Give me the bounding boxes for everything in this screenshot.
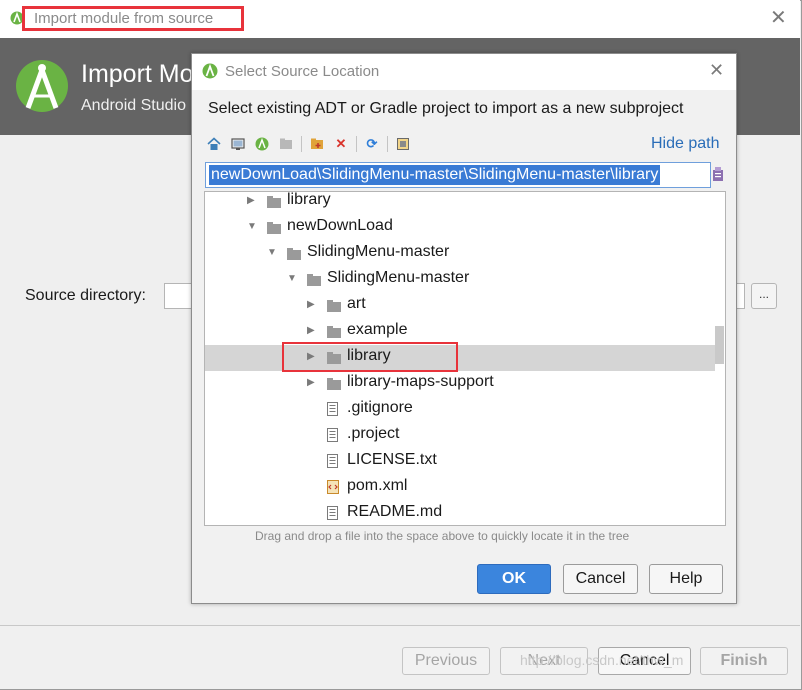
file-icon	[327, 428, 341, 442]
folder-icon	[287, 247, 301, 260]
folder-icon	[327, 377, 341, 390]
tree-row[interactable]: README.md	[205, 501, 715, 525]
folder-icon	[327, 299, 341, 312]
outer-close-icon[interactable]: ✕	[770, 8, 787, 28]
tree-item-label: SlidingMenu-master	[327, 269, 470, 286]
refresh-icon[interactable]: ⟳	[363, 135, 381, 153]
folder-icon	[307, 273, 321, 286]
collapse-arrow-icon[interactable]: ▶	[307, 377, 315, 388]
library-highlight-box	[282, 342, 458, 372]
path-history-icon[interactable]	[712, 166, 724, 182]
tree-item-label: .project	[347, 425, 400, 442]
tree-row[interactable]: ▼ newDownLoad	[205, 215, 715, 241]
delete-icon[interactable]: ✕	[332, 135, 350, 153]
tree-item-label: LICENSE.txt	[347, 451, 437, 468]
hide-path-link[interactable]: Hide path	[651, 135, 720, 153]
tree-item-label: SlidingMenu-master	[307, 243, 450, 260]
browse-button[interactable]: ...	[751, 283, 777, 309]
expand-arrow-icon[interactable]: ▼	[267, 247, 277, 258]
tree-item-label: pom.xml	[347, 477, 408, 494]
module-icon[interactable]	[277, 135, 295, 153]
help-button[interactable]: Help	[649, 564, 723, 594]
file-icon	[327, 454, 341, 468]
tree-row[interactable]: ▼ SlidingMenu-master	[205, 241, 715, 267]
expand-arrow-icon[interactable]: ▼	[247, 221, 257, 232]
tree-row[interactable]: ▶ art	[205, 293, 715, 319]
outer-dialog-title: Import module from source	[34, 10, 214, 27]
tree-row[interactable]: ▶ library-maps-support	[205, 371, 715, 397]
collapse-arrow-icon[interactable]: ▶	[307, 299, 315, 310]
path-input[interactable]: newDownLoad\SlidingMenu-master\SlidingMe…	[205, 162, 711, 188]
file-chooser-toolbar: ✕ ⟳	[205, 133, 418, 155]
inner-close-icon[interactable]: ✕	[709, 61, 724, 79]
tree-row[interactable]: .project	[205, 423, 715, 449]
new-folder-icon[interactable]	[308, 135, 326, 153]
tree-item-label: .gitignore	[347, 399, 413, 416]
expand-arrow-icon[interactable]: ▼	[287, 273, 297, 284]
tree-row[interactable]: .gitignore	[205, 397, 715, 423]
toolbar-separator	[301, 136, 302, 152]
project-icon[interactable]	[253, 135, 271, 153]
show-hidden-icon[interactable]	[394, 135, 412, 153]
folder-icon	[267, 221, 281, 234]
cancel-button[interactable]: Cancel	[563, 564, 638, 594]
file-icon	[327, 506, 341, 520]
finish-button[interactable]: Finish	[700, 647, 788, 675]
xml-file-icon	[327, 480, 341, 494]
source-directory-input-end[interactable]	[737, 283, 745, 309]
folder-icon	[267, 195, 281, 208]
folder-icon	[327, 325, 341, 338]
tree-item-label: newDownLoad	[287, 217, 393, 234]
drag-drop-hint: Drag and drop a file into the space abov…	[255, 529, 630, 543]
android-studio-logo	[16, 60, 68, 112]
outer-header-subtitle: Android Studio	[81, 97, 186, 114]
source-directory-input[interactable]	[164, 283, 194, 309]
home-icon[interactable]	[205, 135, 223, 153]
tree-item-label: example	[347, 321, 408, 338]
tree-scrollbar-thumb[interactable]	[715, 326, 724, 364]
path-text: newDownLoad\SlidingMenu-master\SlidingMe…	[209, 165, 661, 185]
desktop-icon[interactable]	[229, 135, 247, 153]
tree-item-label: art	[347, 295, 366, 312]
inner-description: Select existing ADT or Gradle project to…	[208, 100, 684, 117]
toolbar-separator	[387, 136, 388, 152]
collapse-arrow-icon[interactable]: ▶	[307, 325, 315, 336]
previous-button[interactable]: Previous	[402, 647, 490, 675]
tree-row[interactable]: ▶ library	[205, 191, 715, 215]
toolbar-separator	[356, 136, 357, 152]
collapse-arrow-icon[interactable]: ▶	[247, 195, 255, 206]
tree-item-label: README.md	[347, 503, 443, 520]
tree-row[interactable]: ▼ SlidingMenu-master	[205, 267, 715, 293]
android-studio-icon	[202, 63, 218, 79]
tree-item-label: library	[287, 191, 331, 208]
inner-dialog-title: Select Source Location	[225, 63, 380, 80]
ok-button[interactable]: OK	[477, 564, 551, 594]
file-icon	[327, 402, 341, 416]
source-directory-label: Source directory:	[25, 287, 146, 304]
watermark-text: http://blog.csdn.net/thw_m	[520, 652, 684, 668]
tree-item-label: library-maps-support	[347, 373, 494, 390]
tree-row[interactable]: LICENSE.txt	[205, 449, 715, 475]
tree-row[interactable]: pom.xml	[205, 475, 715, 501]
